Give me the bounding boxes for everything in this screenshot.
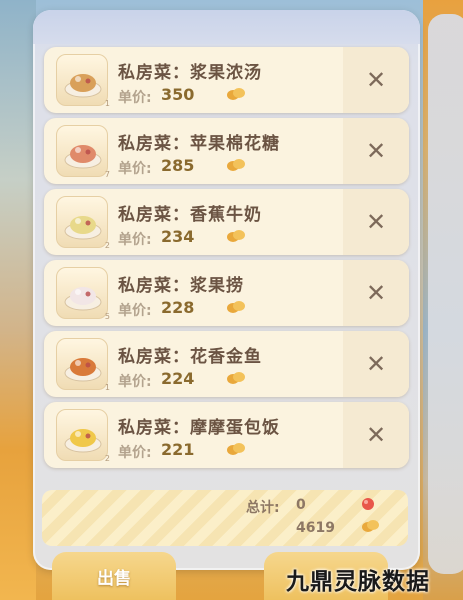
close-icon: ✕ <box>365 421 387 449</box>
price-label: 单价: <box>118 374 152 390</box>
price-value: 350 <box>161 85 195 104</box>
dish-name: 私房菜：香蕉牛奶 <box>118 205 262 225</box>
dish-icon <box>64 287 102 311</box>
close-icon: ✕ <box>365 137 387 165</box>
price-label: 单价: <box>118 161 152 177</box>
background-scenery-left <box>0 0 36 600</box>
item-count-badge: 2 <box>104 241 110 250</box>
remove-item-button[interactable]: ✕ <box>343 402 409 468</box>
remove-item-button[interactable]: ✕ <box>343 331 409 397</box>
remove-item-button[interactable]: ✕ <box>343 260 409 326</box>
gold-coin-icon <box>227 159 245 171</box>
dish-icon <box>64 216 102 240</box>
price-label: 单价: <box>118 232 152 248</box>
price-label: 单价: <box>118 90 152 106</box>
list-item[interactable]: 2 私房菜：摩摩蛋包饭 单价: 221 ✕ <box>44 402 409 468</box>
price-value: 221 <box>161 440 195 459</box>
panel-header <box>33 10 420 44</box>
watermark: 九鼎灵脉数据 <box>286 569 430 595</box>
dish-icon <box>64 429 102 453</box>
close-icon: ✕ <box>365 279 387 307</box>
item-count-badge: 1 <box>104 383 110 392</box>
dish-name: 私房菜：浆果浓汤 <box>118 63 262 83</box>
item-count-badge: 2 <box>104 454 110 463</box>
dish-thumbnail: 1 <box>56 338 110 392</box>
dish-icon <box>64 145 102 169</box>
list-item[interactable]: 1 私房菜：花香金鱼 单价: 224 ✕ <box>44 331 409 397</box>
close-icon: ✕ <box>365 208 387 236</box>
close-icon: ✕ <box>365 350 387 378</box>
dish-name: 私房菜：摩摩蛋包饭 <box>118 418 280 438</box>
price-value: 228 <box>161 298 195 317</box>
price-value: 285 <box>161 156 195 175</box>
total-gold: 4619 <box>296 520 335 536</box>
item-count-badge: 7 <box>104 170 110 179</box>
price-label: 单价: <box>118 303 152 319</box>
price-value: 234 <box>161 227 195 246</box>
gold-coin-icon <box>227 230 245 242</box>
dish-icon <box>64 358 102 382</box>
dish-thumbnail: 2 <box>56 196 110 250</box>
dish-thumbnail: 1 <box>56 54 110 108</box>
total-area <box>42 490 408 546</box>
dish-thumbnail: 2 <box>56 409 110 463</box>
total-label: 总计: <box>246 500 280 516</box>
dish-name: 私房菜：浆果捞 <box>118 276 244 296</box>
ruby-icon <box>362 498 374 510</box>
sell-button[interactable]: 出售 <box>52 552 176 600</box>
dish-name: 私房菜：苹果棉花糖 <box>118 134 280 154</box>
dish-icon <box>64 74 102 98</box>
gold-coin-icon <box>227 443 245 455</box>
dish-name: 私房菜：花香金鱼 <box>118 347 262 367</box>
list-item[interactable]: 2 私房菜：香蕉牛奶 单价: 234 ✕ <box>44 189 409 255</box>
gold-coin-icon <box>227 372 245 384</box>
gold-coin-icon <box>362 520 379 532</box>
item-count-badge: 5 <box>104 312 110 321</box>
list-item[interactable]: 5 私房菜：浆果捞 单价: 228 ✕ <box>44 260 409 326</box>
close-icon: ✕ <box>365 66 387 94</box>
list-item[interactable]: 7 私房菜：苹果棉花糖 单价: 285 ✕ <box>44 118 409 184</box>
gold-coin-icon <box>227 301 245 313</box>
total-count: 0 <box>296 497 306 513</box>
price-value: 224 <box>161 369 195 388</box>
remove-item-button[interactable]: ✕ <box>343 189 409 255</box>
remove-item-button[interactable]: ✕ <box>343 118 409 184</box>
dish-thumbnail: 7 <box>56 125 110 179</box>
dish-thumbnail: 5 <box>56 267 110 321</box>
price-label: 单价: <box>118 445 152 461</box>
remove-item-button[interactable]: ✕ <box>343 47 409 113</box>
item-count-badge: 1 <box>104 99 110 108</box>
gold-coin-icon <box>227 88 245 100</box>
side-panel <box>428 14 463 574</box>
list-item[interactable]: 1 私房菜：浆果浓汤 单价: 350 ✕ <box>44 47 409 113</box>
